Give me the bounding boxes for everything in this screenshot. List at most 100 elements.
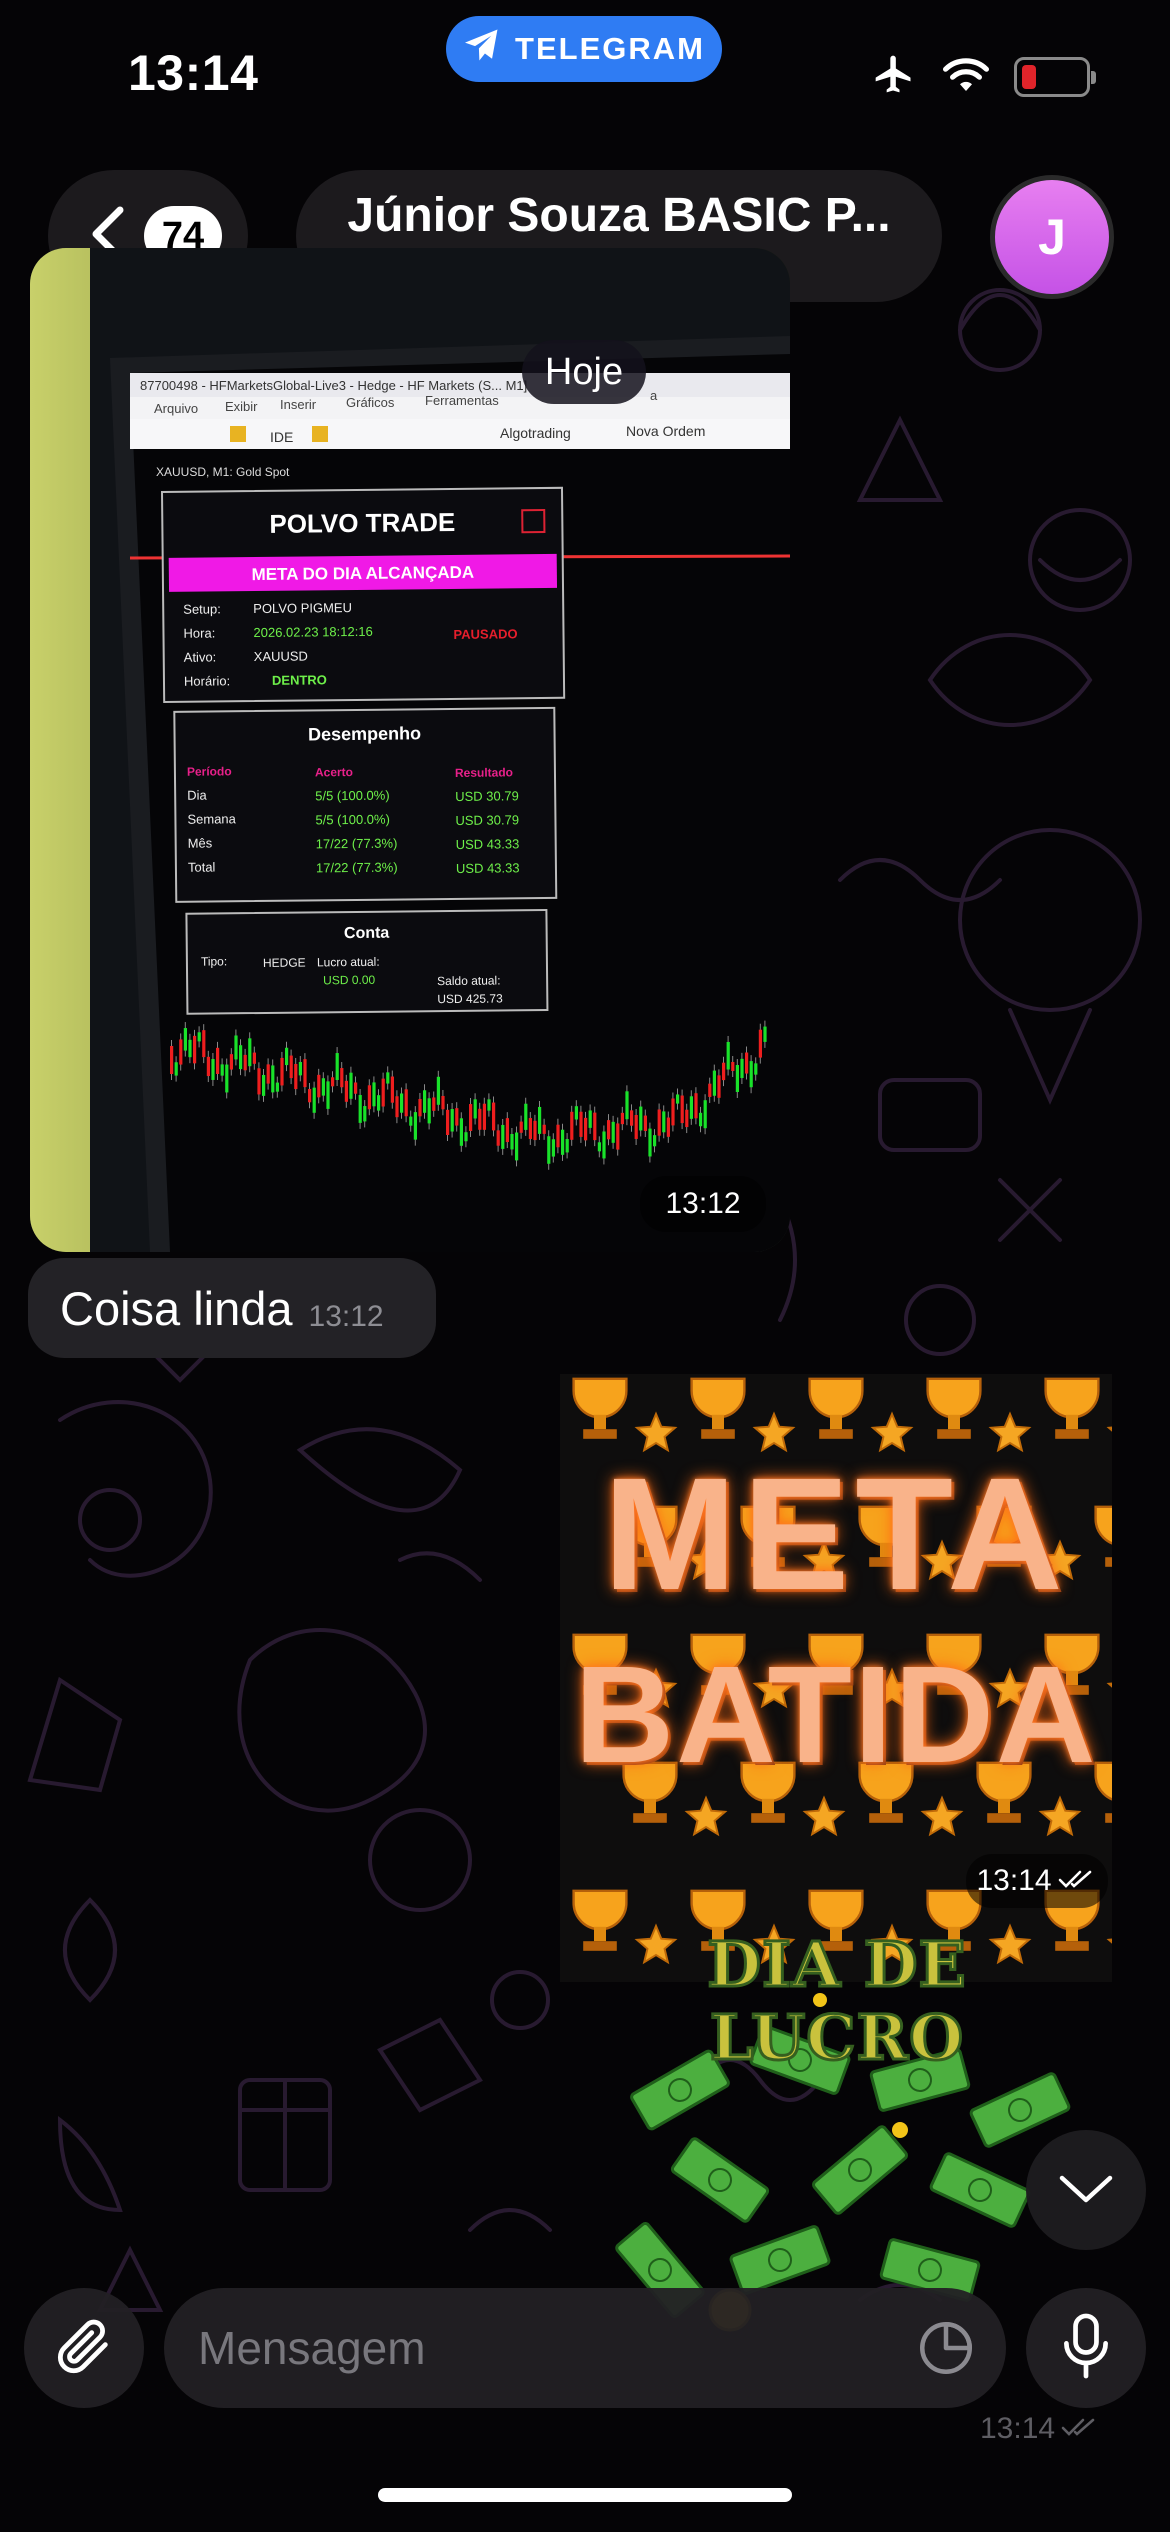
candle <box>455 1108 459 1126</box>
candle <box>699 1112 703 1127</box>
candle <box>469 1104 473 1132</box>
candle <box>565 1139 569 1153</box>
candle <box>395 1096 399 1118</box>
trophy-icon <box>926 1377 982 1439</box>
candle <box>298 1062 302 1076</box>
candle <box>170 1046 174 1074</box>
candle <box>538 1106 542 1134</box>
candle <box>436 1076 440 1105</box>
perf-title: Desempenho <box>308 723 421 744</box>
mt-chart-label: XAUUSD, M1: Gold Spot <box>156 465 290 479</box>
message-input-container[interactable] <box>164 2288 1006 2408</box>
candle <box>206 1056 210 1077</box>
incoming-text-message[interactable]: Coisa linda 13:12 <box>28 1258 436 1358</box>
candle <box>703 1100 707 1129</box>
candle <box>579 1111 583 1137</box>
home-indicator[interactable] <box>378 2488 792 2502</box>
candle <box>344 1080 348 1102</box>
gif-caption: DIA DE LUCRO <box>706 1927 967 2076</box>
candle <box>551 1139 555 1157</box>
candle <box>252 1052 256 1064</box>
sticker-line-meta: META <box>603 1444 1069 1623</box>
balance-value: USD 425.73 <box>437 991 503 1006</box>
candle <box>349 1072 353 1099</box>
photo-time: 13:12 <box>640 1176 766 1232</box>
candle <box>372 1082 376 1107</box>
mt-toolbar-nova-ordem: Nova Ordem <box>626 423 705 439</box>
candle <box>423 1090 427 1113</box>
battery-level <box>1022 64 1036 89</box>
candle <box>749 1061 753 1088</box>
candle <box>722 1062 726 1081</box>
banknote <box>929 2152 1031 2228</box>
message-text: Coisa linda <box>60 1281 293 1335</box>
return-to-telegram-pill[interactable]: TELEGRAM <box>446 16 722 82</box>
candle <box>188 1039 192 1058</box>
candle <box>183 1028 187 1051</box>
candle <box>712 1070 716 1096</box>
candle <box>331 1077 335 1087</box>
message-input[interactable] <box>198 2321 878 2375</box>
trophy-icon <box>690 1377 746 1439</box>
star-icon <box>920 1795 964 1837</box>
banknote <box>812 2125 908 2215</box>
candle <box>694 1093 698 1119</box>
candle <box>533 1120 537 1141</box>
candle <box>377 1095 381 1111</box>
perf-cell-0-1: 5/5 (100.0%) <box>315 788 390 804</box>
wifi-icon <box>942 54 990 99</box>
photo-message[interactable]: 87700498 - HFMarketsGlobal-Live3 - Hedge… <box>30 248 790 1252</box>
meta-banner: META DO DIA ALCANÇADA <box>251 563 474 584</box>
candle <box>574 1106 578 1120</box>
candle <box>735 1065 739 1092</box>
candle <box>501 1124 505 1149</box>
candle <box>754 1063 758 1075</box>
candle <box>400 1093 404 1113</box>
perf-cell-0-2: USD 30.79 <box>455 788 519 804</box>
profit-value: USD 0.00 <box>323 973 375 988</box>
candle <box>643 1115 647 1132</box>
candle <box>519 1121 523 1133</box>
info-value-0: POLVO PIGMEU <box>253 600 352 616</box>
banknote <box>969 2072 1071 2148</box>
candle <box>294 1063 298 1090</box>
candle <box>280 1057 284 1086</box>
candle <box>446 1109 450 1135</box>
perf-cell-3-0: Total <box>188 859 216 874</box>
candle <box>248 1038 252 1067</box>
candle <box>689 1096 693 1119</box>
candle <box>409 1116 413 1126</box>
sticker-icon[interactable] <box>916 2318 976 2383</box>
candle <box>432 1097 436 1111</box>
candle <box>524 1103 528 1130</box>
trophy-icon <box>572 1377 628 1439</box>
status-icons <box>870 52 1096 101</box>
info-value-2: XAUUSD <box>254 648 308 664</box>
info-value-1: 2026.02.23 18:12:16 <box>253 624 372 640</box>
chat-avatar[interactable]: J <box>990 175 1114 299</box>
candle <box>202 1030 206 1058</box>
chat-name: Júnior Souza BASIC P... <box>347 189 891 242</box>
scroll-to-bottom-button[interactable] <box>1026 2130 1146 2250</box>
candle <box>285 1047 289 1066</box>
status-bar: 13:14 TELEGRAM <box>0 0 1170 150</box>
perf-header-2: Resultado <box>455 765 513 780</box>
read-checkmarks-icon <box>1061 2412 1101 2446</box>
account-type: HEDGE <box>263 956 306 970</box>
candle <box>216 1047 220 1074</box>
candle <box>243 1054 247 1071</box>
candle <box>685 1109 689 1128</box>
voice-message-button[interactable] <box>1026 2288 1146 2408</box>
candle <box>561 1129 565 1155</box>
candle <box>505 1118 509 1143</box>
candle <box>528 1118 532 1139</box>
candle <box>487 1099 491 1111</box>
candle <box>602 1131 606 1159</box>
candle <box>257 1068 261 1095</box>
perf-cell-1-2: USD 30.79 <box>455 812 519 828</box>
candle <box>717 1075 721 1098</box>
candle <box>239 1045 243 1070</box>
attach-button[interactable] <box>24 2288 144 2408</box>
candle <box>340 1068 344 1088</box>
trophy-icon <box>808 1377 864 1439</box>
